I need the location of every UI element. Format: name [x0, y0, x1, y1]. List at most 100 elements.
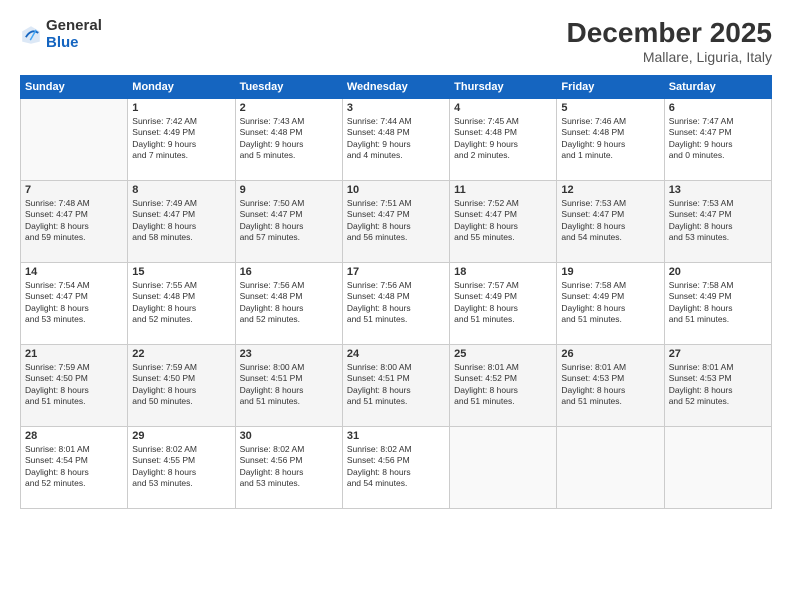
calendar-cell: 29 Sunrise: 8:02 AM Sunset: 4:55 PM Dayli…	[128, 426, 235, 508]
cell-info: Sunrise: 7:50 AM Sunset: 4:47 PM Dayligh…	[240, 198, 338, 244]
cell-info: Sunrise: 8:00 AM Sunset: 4:51 PM Dayligh…	[240, 362, 338, 408]
th-saturday: Saturday	[664, 75, 771, 98]
cell-info: Sunrise: 7:42 AM Sunset: 4:49 PM Dayligh…	[132, 116, 230, 162]
logo-blue-text: Blue	[46, 35, 102, 52]
cell-info: Sunrise: 8:01 AM Sunset: 4:54 PM Dayligh…	[25, 444, 123, 490]
day-number: 1	[132, 102, 230, 114]
th-wednesday: Wednesday	[342, 75, 449, 98]
th-thursday: Thursday	[450, 75, 557, 98]
header-row: Sunday Monday Tuesday Wednesday Thursday…	[21, 75, 772, 98]
day-number: 31	[347, 430, 445, 442]
calendar-cell: 21 Sunrise: 7:59 AM Sunset: 4:50 PM Dayli…	[21, 344, 128, 426]
calendar-cell: 10 Sunrise: 7:51 AM Sunset: 4:47 PM Dayli…	[342, 180, 449, 262]
day-number: 27	[669, 348, 767, 360]
day-number: 18	[454, 266, 552, 278]
calendar-week-4: 21 Sunrise: 7:59 AM Sunset: 4:50 PM Dayli…	[21, 344, 772, 426]
calendar-cell: 14 Sunrise: 7:54 AM Sunset: 4:47 PM Dayli…	[21, 262, 128, 344]
day-number: 6	[669, 102, 767, 114]
calendar-cell: 31 Sunrise: 8:02 AM Sunset: 4:56 PM Dayli…	[342, 426, 449, 508]
cell-info: Sunrise: 7:55 AM Sunset: 4:48 PM Dayligh…	[132, 280, 230, 326]
cell-info: Sunrise: 7:56 AM Sunset: 4:48 PM Dayligh…	[240, 280, 338, 326]
cell-info: Sunrise: 7:49 AM Sunset: 4:47 PM Dayligh…	[132, 198, 230, 244]
cell-info: Sunrise: 8:01 AM Sunset: 4:52 PM Dayligh…	[454, 362, 552, 408]
cell-info: Sunrise: 8:02 AM Sunset: 4:55 PM Dayligh…	[132, 444, 230, 490]
cell-info: Sunrise: 7:43 AM Sunset: 4:48 PM Dayligh…	[240, 116, 338, 162]
calendar-cell: 19 Sunrise: 7:58 AM Sunset: 4:49 PM Dayli…	[557, 262, 664, 344]
th-sunday: Sunday	[21, 75, 128, 98]
day-number: 7	[25, 184, 123, 196]
day-number: 3	[347, 102, 445, 114]
cell-info: Sunrise: 7:53 AM Sunset: 4:47 PM Dayligh…	[669, 198, 767, 244]
logo-general-text: General	[46, 18, 102, 35]
cell-info: Sunrise: 7:47 AM Sunset: 4:47 PM Dayligh…	[669, 116, 767, 162]
calendar-cell: 23Sunrise: 8:00 AM Sunset: 4:51 PM Dayli…	[235, 344, 342, 426]
calendar-cell: 15 Sunrise: 7:55 AM Sunset: 4:48 PM Dayli…	[128, 262, 235, 344]
cell-info: Sunrise: 7:54 AM Sunset: 4:47 PM Dayligh…	[25, 280, 123, 326]
day-number: 28	[25, 430, 123, 442]
day-number: 15	[132, 266, 230, 278]
cell-info: Sunrise: 8:00 AM Sunset: 4:51 PM Dayligh…	[347, 362, 445, 408]
day-number: 22	[132, 348, 230, 360]
month-title: December 2025	[567, 18, 772, 49]
cell-info: Sunrise: 7:59 AM Sunset: 4:50 PM Dayligh…	[25, 362, 123, 408]
calendar-cell: 2 Sunrise: 7:43 AM Sunset: 4:48 PM Daylig…	[235, 98, 342, 180]
th-tuesday: Tuesday	[235, 75, 342, 98]
day-number: 17	[347, 266, 445, 278]
day-number: 13	[669, 184, 767, 196]
calendar-cell: 9 Sunrise: 7:50 AM Sunset: 4:47 PM Daylig…	[235, 180, 342, 262]
day-number: 19	[561, 266, 659, 278]
day-number: 26	[561, 348, 659, 360]
calendar-cell: 11 Sunrise: 7:52 AM Sunset: 4:47 PM Dayli…	[450, 180, 557, 262]
day-number: 2	[240, 102, 338, 114]
calendar-cell: 30Sunrise: 8:02 AM Sunset: 4:56 PM Dayli…	[235, 426, 342, 508]
day-number: 25	[454, 348, 552, 360]
calendar-cell: 8Sunrise: 7:49 AM Sunset: 4:47 PM Daylig…	[128, 180, 235, 262]
calendar-cell: 12Sunrise: 7:53 AM Sunset: 4:47 PM Dayli…	[557, 180, 664, 262]
calendar-cell: 18 Sunrise: 7:57 AM Sunset: 4:49 PM Dayli…	[450, 262, 557, 344]
location-title: Mallare, Liguria, Italy	[567, 49, 772, 65]
calendar-cell	[557, 426, 664, 508]
calendar-week-5: 28 Sunrise: 8:01 AM Sunset: 4:54 PM Dayli…	[21, 426, 772, 508]
day-number: 4	[454, 102, 552, 114]
day-number: 30	[240, 430, 338, 442]
cell-info: Sunrise: 8:01 AM Sunset: 4:53 PM Dayligh…	[561, 362, 659, 408]
logo-text: General Blue	[46, 18, 102, 51]
cell-info: Sunrise: 7:58 AM Sunset: 4:49 PM Dayligh…	[669, 280, 767, 326]
cell-info: Sunrise: 7:51 AM Sunset: 4:47 PM Dayligh…	[347, 198, 445, 244]
day-number: 16	[240, 266, 338, 278]
calendar-cell: 22Sunrise: 7:59 AM Sunset: 4:50 PM Dayli…	[128, 344, 235, 426]
cell-info: Sunrise: 8:01 AM Sunset: 4:53 PM Dayligh…	[669, 362, 767, 408]
title-block: December 2025 Mallare, Liguria, Italy	[567, 18, 772, 65]
cell-info: Sunrise: 7:58 AM Sunset: 4:49 PM Dayligh…	[561, 280, 659, 326]
day-number: 12	[561, 184, 659, 196]
calendar-cell: 4 Sunrise: 7:45 AM Sunset: 4:48 PM Daylig…	[450, 98, 557, 180]
calendar-cell: 24 Sunrise: 8:00 AM Sunset: 4:51 PM Dayli…	[342, 344, 449, 426]
calendar-cell: 27 Sunrise: 8:01 AM Sunset: 4:53 PM Dayli…	[664, 344, 771, 426]
calendar-cell: 7 Sunrise: 7:48 AM Sunset: 4:47 PM Daylig…	[21, 180, 128, 262]
calendar-cell: 16 Sunrise: 7:56 AM Sunset: 4:48 PM Dayli…	[235, 262, 342, 344]
day-number: 21	[25, 348, 123, 360]
cell-info: Sunrise: 7:48 AM Sunset: 4:47 PM Dayligh…	[25, 198, 123, 244]
cell-info: Sunrise: 8:02 AM Sunset: 4:56 PM Dayligh…	[347, 444, 445, 490]
calendar-week-3: 14 Sunrise: 7:54 AM Sunset: 4:47 PM Dayli…	[21, 262, 772, 344]
day-number: 5	[561, 102, 659, 114]
cell-info: Sunrise: 7:45 AM Sunset: 4:48 PM Dayligh…	[454, 116, 552, 162]
day-number: 14	[25, 266, 123, 278]
calendar-cell	[664, 426, 771, 508]
calendar-cell: 1 Sunrise: 7:42 AM Sunset: 4:49 PM Daylig…	[128, 98, 235, 180]
logo: General Blue	[20, 18, 102, 51]
day-number: 9	[240, 184, 338, 196]
calendar-cell: 17Sunrise: 7:56 AM Sunset: 4:48 PM Dayli…	[342, 262, 449, 344]
calendar-cell: 5Sunrise: 7:46 AM Sunset: 4:48 PM Daylig…	[557, 98, 664, 180]
day-number: 10	[347, 184, 445, 196]
page: General Blue December 2025 Mallare, Ligu…	[0, 0, 792, 612]
day-number: 20	[669, 266, 767, 278]
calendar-cell: 25 Sunrise: 8:01 AM Sunset: 4:52 PM Dayli…	[450, 344, 557, 426]
calendar-table: Sunday Monday Tuesday Wednesday Thursday…	[20, 75, 772, 509]
day-number: 24	[347, 348, 445, 360]
day-number: 11	[454, 184, 552, 196]
cell-info: Sunrise: 7:57 AM Sunset: 4:49 PM Dayligh…	[454, 280, 552, 326]
cell-info: Sunrise: 7:52 AM Sunset: 4:47 PM Dayligh…	[454, 198, 552, 244]
cell-info: Sunrise: 7:44 AM Sunset: 4:48 PM Dayligh…	[347, 116, 445, 162]
day-number: 29	[132, 430, 230, 442]
